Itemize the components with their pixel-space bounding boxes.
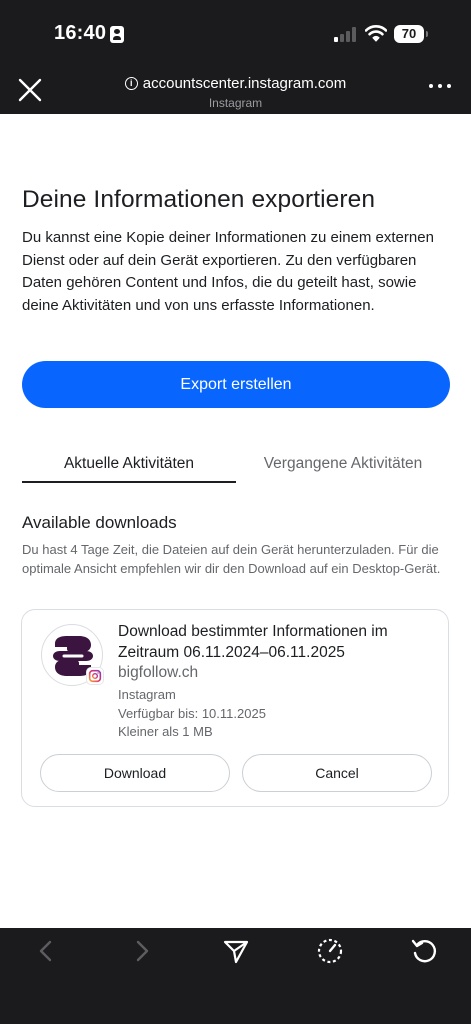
intro-text: Du kannst eine Kopie deiner Informatione… (22, 229, 434, 314)
address-bar[interactable]: i accountscenter.instagram.com Instagram (0, 73, 471, 110)
more-options-icon[interactable] (429, 84, 451, 90)
instagram-icon (86, 667, 104, 685)
activity-tabs: Aktuelle Aktivitäten Vergangene Aktivitä… (22, 449, 450, 483)
url-text: accountscenter.instagram.com (142, 75, 347, 92)
create-export-button[interactable]: Export erstellen (22, 361, 450, 408)
browser-header: i accountscenter.instagram.com Instagram (0, 66, 471, 114)
site-info-icon[interactable]: i (124, 77, 138, 90)
status-time: 16:40 (54, 22, 107, 44)
download-card: Download bestimmter Informationen im Zei… (21, 609, 449, 807)
browser-toolbar (0, 928, 471, 1024)
download-details: Instagram Verfügbar bis: 10.11.2025 Klei… (118, 686, 266, 742)
file-size: Kleiner als 1 MB (118, 724, 213, 739)
tab-past-activities[interactable]: Vergangene Aktivitäten (236, 449, 450, 483)
downloads-note: Du hast 4 Tage Zeit, die Dateien auf dei… (22, 542, 441, 576)
download-title: Download bestimmter Informationen im Zei… (118, 623, 388, 661)
site-subtitle: Instagram (208, 96, 263, 110)
available-until: Verfügbar bis: 10.11.2025 (118, 705, 266, 721)
share-icon[interactable] (221, 936, 251, 966)
speed-icon[interactable] (315, 936, 345, 966)
download-button[interactable]: Download (40, 754, 230, 792)
account-name: bigfollow.ch (118, 664, 199, 681)
page-title: Deine Informationen exportieren (22, 186, 376, 213)
reload-icon[interactable] (409, 936, 439, 966)
main-content: Deine Informationen exportieren Du kanns… (0, 114, 471, 928)
forward-icon[interactable] (126, 936, 156, 966)
status-bar: 16:40 70 (0, 0, 471, 66)
cancel-button[interactable]: Cancel (242, 754, 432, 792)
tab-current-activities[interactable]: Aktuelle Aktivitäten (22, 449, 236, 483)
platform-label: Instagram (118, 687, 176, 702)
cellular-signal-icon (334, 27, 358, 42)
available-downloads-heading: Available downloads (22, 513, 177, 532)
contact-card-icon (110, 26, 124, 43)
wifi-icon (365, 25, 387, 42)
battery-indicator: 70 (394, 25, 428, 43)
back-icon[interactable] (32, 936, 62, 966)
